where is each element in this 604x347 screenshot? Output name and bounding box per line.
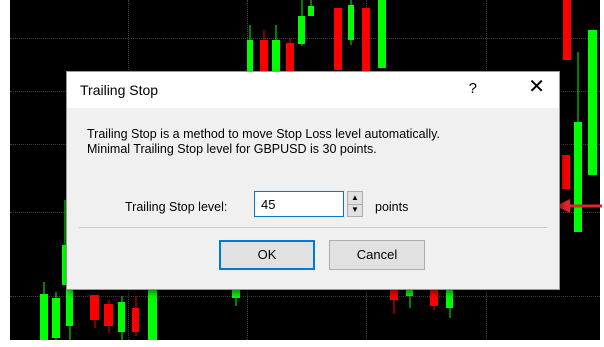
description-line: Trailing Stop is a method to move Stop L… <box>87 127 440 141</box>
candle-bear <box>430 288 438 310</box>
candle-bull <box>446 288 453 318</box>
dialog-description: Trailing Stop is a method to move Stop L… <box>87 127 547 157</box>
candle-bull <box>40 282 48 340</box>
candle-bull <box>66 286 73 340</box>
chart-gridline <box>10 38 600 39</box>
trailing-stop-dialog: Trailing Stop ? ✕ Trailing Stop is a met… <box>66 71 560 290</box>
candle-bear <box>563 0 571 60</box>
candle-bear <box>562 155 570 189</box>
dialog-divider <box>79 227 547 228</box>
dialog-titlebar[interactable]: Trailing Stop ? ✕ <box>67 72 559 108</box>
candle-bull <box>148 290 157 340</box>
candle-bear <box>132 296 139 336</box>
candle-bear <box>104 300 113 332</box>
triangle-down-icon[interactable]: ▼ <box>348 204 362 216</box>
candle-bull <box>588 30 597 175</box>
left-arrow-icon <box>556 199 602 213</box>
candle-bull <box>308 0 314 16</box>
question-mark-icon[interactable]: ? <box>469 80 477 97</box>
trailing-stop-level-input[interactable] <box>254 191 344 217</box>
ok-button[interactable]: OK <box>219 240 315 270</box>
candle-bear <box>362 8 370 73</box>
candle-bull <box>348 0 354 45</box>
level-unit-label: points <box>375 200 409 214</box>
trailing-stop-level-label: Trailing Stop level: <box>125 200 228 214</box>
candle-bear <box>334 8 342 70</box>
close-icon[interactable]: ✕ <box>528 77 545 97</box>
candle-bull <box>298 0 305 46</box>
candle-bull <box>118 296 125 340</box>
cancel-button[interactable]: Cancel <box>329 240 425 270</box>
candle-bull <box>378 0 386 68</box>
candle-bull <box>406 288 413 308</box>
level-spinner[interactable]: ▲ ▼ <box>347 191 363 217</box>
description-line: Minimal Trailing Stop level for GBPUSD i… <box>87 142 377 156</box>
candle-bull <box>52 292 60 340</box>
dialog-title: Trailing Stop <box>80 82 159 98</box>
candle-bear <box>90 295 99 328</box>
candle-bear <box>390 288 398 314</box>
candle-bull <box>232 288 240 306</box>
candle-bull <box>574 52 582 232</box>
